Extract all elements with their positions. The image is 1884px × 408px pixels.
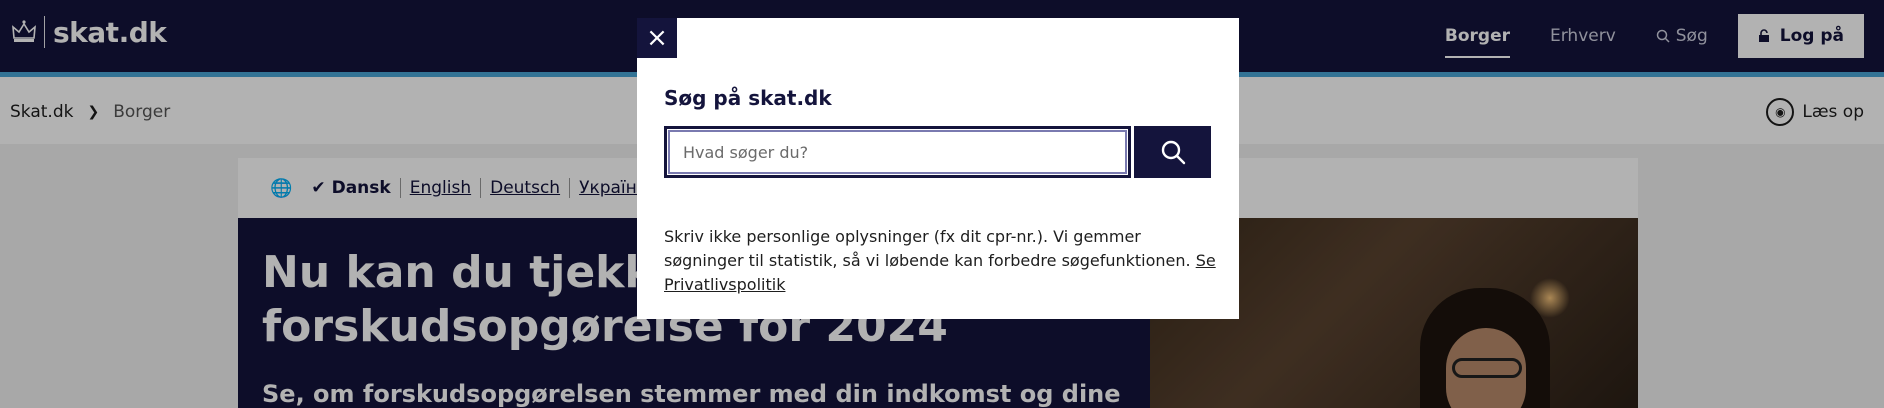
modal-title: Søg på skat.dk [664, 86, 832, 110]
search-icon [1161, 140, 1185, 165]
search-modal: × Søg på skat.dk Skriv ikke personlige o… [637, 18, 1239, 319]
close-icon: × [646, 23, 668, 53]
close-button[interactable]: × [637, 18, 677, 58]
privacy-note-text: Skriv ikke personlige oplysninger (fx di… [664, 227, 1191, 270]
search-input[interactable] [664, 126, 1131, 178]
privacy-note: Skriv ikke personlige oplysninger (fx di… [664, 225, 1224, 297]
search-submit-button[interactable] [1134, 126, 1211, 178]
